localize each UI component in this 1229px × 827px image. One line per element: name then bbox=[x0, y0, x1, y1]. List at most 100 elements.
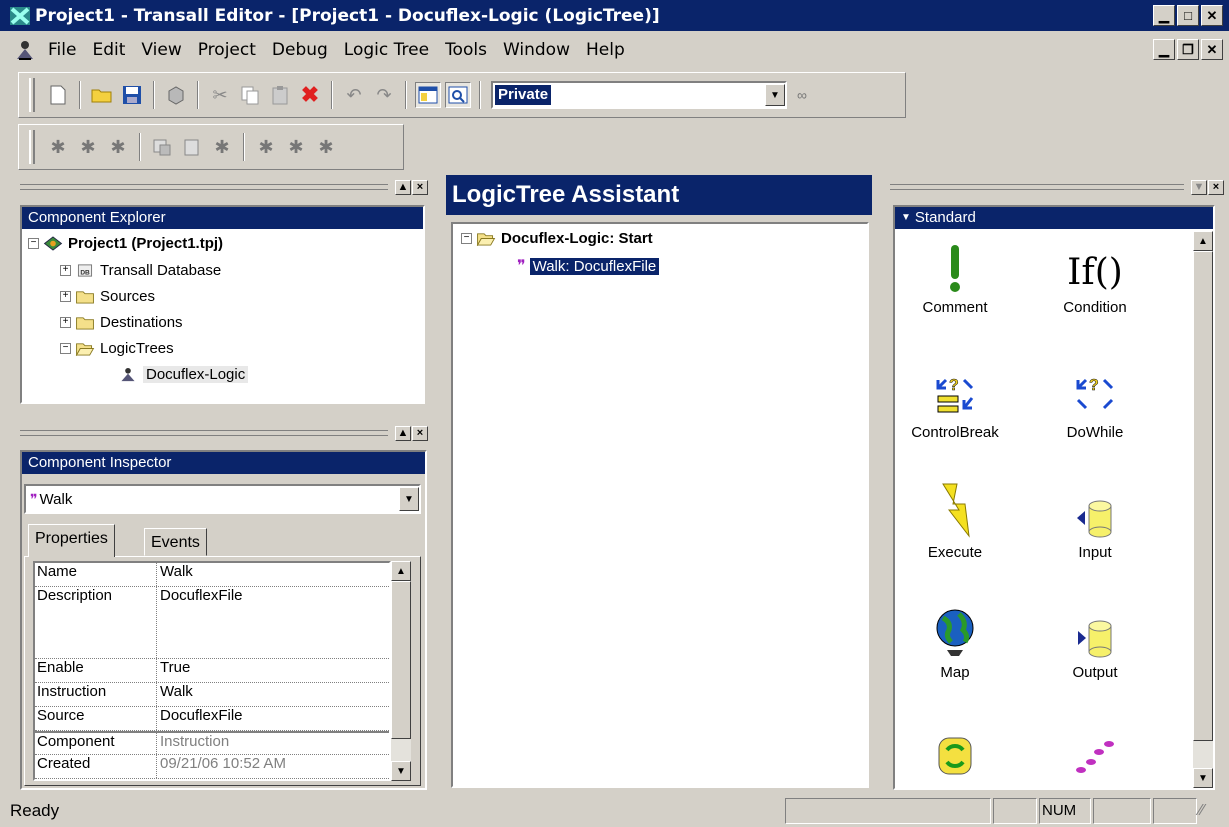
tree-root[interactable]: − Project1 (Project1.tpj) bbox=[28, 235, 223, 252]
property-row[interactable]: Enable True bbox=[35, 659, 389, 683]
scroll-up-button[interactable]: ▲ bbox=[391, 561, 411, 581]
property-row[interactable]: Instruction Walk bbox=[35, 683, 389, 707]
tool-execute[interactable]: Execute bbox=[895, 482, 1015, 561]
property-row[interactable]: Component Instruction bbox=[35, 731, 389, 755]
environment-combo[interactable]: Private ▼ bbox=[491, 81, 787, 109]
tree-item-sources[interactable]: + Sources bbox=[60, 288, 155, 305]
undo-button[interactable]: ↶ bbox=[341, 82, 367, 108]
tool-controlbreak[interactable]: ? ControlBreak bbox=[895, 362, 1015, 441]
toolbar-grip[interactable] bbox=[29, 130, 35, 164]
combo-dropdown-button[interactable]: ▼ bbox=[765, 84, 785, 106]
tool-walk[interactable] bbox=[1035, 722, 1155, 784]
property-value[interactable]: DocuflexFile bbox=[157, 587, 243, 658]
tree-item-database[interactable]: + DB Transall Database bbox=[60, 262, 221, 279]
property-row[interactable]: Created 09/21/06 10:52 AM bbox=[35, 755, 389, 779]
document-icon[interactable] bbox=[14, 39, 36, 61]
tool-dowhile[interactable]: ? DoWhile bbox=[1035, 362, 1155, 441]
tool-output[interactable]: Output bbox=[1035, 602, 1155, 681]
copy-button[interactable] bbox=[237, 82, 263, 108]
watch-button[interactable]: ✱ bbox=[283, 134, 309, 160]
expand-icon[interactable]: + bbox=[60, 265, 71, 276]
tool-comment[interactable]: Comment bbox=[895, 237, 1015, 316]
view-toggle-button[interactable] bbox=[415, 82, 441, 108]
toolbox-scrollbar[interactable]: ▲ ▼ bbox=[1193, 231, 1213, 788]
inspector-dock-toggle[interactable]: ▲ bbox=[395, 425, 411, 441]
toolbox-dock-toggle[interactable]: ▼ bbox=[1191, 179, 1207, 195]
debug-run-button[interactable]: ✱ bbox=[45, 134, 71, 160]
component-select[interactable]: ❞ Walk ▼ bbox=[24, 484, 421, 514]
tree-item-logictrees[interactable]: − LogicTrees bbox=[60, 340, 174, 357]
close-button[interactable]: ✕ bbox=[1201, 5, 1223, 26]
inspector-close-button[interactable]: × bbox=[412, 425, 428, 441]
explorer-dock-toggle[interactable]: ▲ bbox=[395, 179, 411, 195]
glasses-button[interactable]: ∞ bbox=[789, 82, 815, 108]
preview-button[interactable] bbox=[445, 82, 471, 108]
bug-icon: ✱ bbox=[258, 136, 274, 157]
collapse-icon[interactable]: − bbox=[461, 233, 472, 244]
debug-out-button[interactable]: ✱ bbox=[209, 134, 235, 160]
redo-button[interactable]: ↷ bbox=[371, 82, 397, 108]
tool-condition[interactable]: If() Condition bbox=[1035, 237, 1155, 316]
scroll-thumb[interactable] bbox=[391, 581, 411, 739]
menu-edit[interactable]: Edit bbox=[84, 40, 133, 60]
open-button[interactable] bbox=[89, 82, 115, 108]
mdi-restore-button[interactable]: ❐ bbox=[1177, 39, 1199, 60]
select-dropdown-button[interactable]: ▼ bbox=[399, 487, 419, 511]
collapse-icon[interactable]: − bbox=[28, 238, 39, 249]
debug-over-button[interactable] bbox=[179, 134, 205, 160]
tree-item-destinations[interactable]: + Destinations bbox=[60, 314, 183, 331]
tool-input[interactable]: Input bbox=[1035, 482, 1155, 561]
property-value[interactable]: True bbox=[157, 659, 190, 682]
toolbox-category[interactable]: ▼ Standard bbox=[895, 207, 1213, 229]
menu-window[interactable]: Window bbox=[495, 40, 578, 60]
property-value[interactable]: Walk bbox=[157, 683, 193, 706]
menu-logic-tree[interactable]: Logic Tree bbox=[336, 40, 437, 60]
expand-icon[interactable]: + bbox=[60, 317, 71, 328]
minimize-button[interactable]: ▁ bbox=[1153, 5, 1175, 26]
resize-grip-icon[interactable]: ⁄⁄ bbox=[1199, 802, 1229, 820]
explorer-close-button[interactable]: × bbox=[412, 179, 428, 195]
clear-breakpoints-button[interactable]: ✱ bbox=[313, 134, 339, 160]
delete-button[interactable]: ✖ bbox=[297, 82, 323, 108]
tab-events[interactable]: Events bbox=[144, 528, 207, 556]
debug-stop-button[interactable]: ✱ bbox=[105, 134, 131, 160]
property-row[interactable]: Description DocuflexFile bbox=[35, 587, 389, 659]
menu-view[interactable]: View bbox=[133, 40, 189, 60]
property-value[interactable]: DocuflexFile bbox=[157, 707, 243, 730]
logic-node-walk[interactable]: ❞ Walk: DocuflexFile bbox=[517, 256, 661, 276]
tab-properties[interactable]: Properties bbox=[28, 524, 115, 557]
menu-file[interactable]: File bbox=[40, 40, 84, 60]
expand-icon[interactable]: + bbox=[60, 291, 71, 302]
mdi-close-button[interactable]: ✕ bbox=[1201, 39, 1223, 60]
toolbar-grip[interactable] bbox=[29, 78, 35, 112]
menu-help[interactable]: Help bbox=[578, 40, 633, 60]
toolbox-close-button[interactable]: × bbox=[1208, 179, 1224, 195]
mdi-minimize-button[interactable]: ▁ bbox=[1153, 39, 1175, 60]
scroll-down-button[interactable]: ▼ bbox=[391, 761, 411, 781]
save-button[interactable] bbox=[119, 82, 145, 108]
tool-recycle[interactable] bbox=[895, 722, 1015, 784]
scroll-up-button[interactable]: ▲ bbox=[1193, 231, 1213, 251]
cut-button[interactable]: ✂ bbox=[207, 82, 233, 108]
collapse-icon[interactable]: − bbox=[60, 343, 71, 354]
property-row[interactable]: Name Walk bbox=[35, 563, 389, 587]
scroll-down-button[interactable]: ▼ bbox=[1193, 768, 1213, 788]
property-name: Created bbox=[35, 755, 157, 778]
paste-button[interactable] bbox=[267, 82, 293, 108]
scroll-thumb[interactable] bbox=[1193, 251, 1213, 741]
tree-item-docuflex-logic[interactable]: Docuflex-Logic bbox=[118, 366, 249, 383]
breakpoint-button[interactable]: ✱ bbox=[253, 134, 279, 160]
new-button[interactable] bbox=[45, 82, 71, 108]
menu-project[interactable]: Project bbox=[190, 40, 264, 60]
debug-step-button[interactable]: ✱ bbox=[75, 134, 101, 160]
menu-debug[interactable]: Debug bbox=[264, 40, 336, 60]
debug-into-button[interactable] bbox=[149, 134, 175, 160]
property-value[interactable]: Walk bbox=[157, 563, 193, 586]
property-row[interactable]: Source DocuflexFile bbox=[35, 707, 389, 731]
logic-root[interactable]: − Docuflex-Logic: Start bbox=[461, 230, 653, 247]
component-button[interactable] bbox=[163, 82, 189, 108]
maximize-button[interactable]: □ bbox=[1177, 5, 1199, 26]
menu-tools[interactable]: Tools bbox=[437, 40, 495, 60]
property-scrollbar[interactable]: ▲ ▼ bbox=[391, 561, 411, 781]
tool-map[interactable]: Map bbox=[895, 602, 1015, 681]
